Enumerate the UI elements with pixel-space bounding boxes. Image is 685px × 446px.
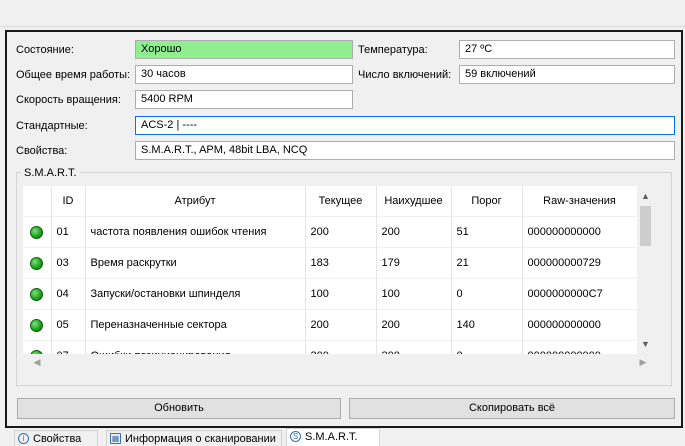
status-label: Состояние: [16,44,74,56]
id-cell: 05 [51,309,86,341]
raw-cell: 0000000000C7 [522,278,638,310]
features-field[interactable]: S.M.A.R.T., APM, 48bit LBA, NCQ [135,141,675,160]
worst-cell: 179 [376,247,452,279]
raw-cell: 000000000729 [522,247,638,279]
id-cell: 01 [51,216,86,248]
status-led-icon [30,318,44,332]
tab-scan-info[interactable]: ▦ Информация о сканировании [106,430,282,446]
status-led-icon [30,287,44,301]
tab-label: Информация о сканировании [125,433,276,445]
table-row[interactable]: 04 Запуски/остановки шпинделя 100 100 0 … [23,278,638,310]
scroll-right-icon[interactable]: ▶ [635,354,651,371]
threshold-cell: 0 [451,340,523,354]
horizontal-scrollbar[interactable]: ◀ ▶ [23,354,653,371]
table-row[interactable]: 03 Время раскрутки 183 179 21 0000000007… [23,247,638,279]
smart-group-title: S.M.A.R.T. [21,166,80,180]
rotation-speed-label: Скорость вращения: [16,94,121,106]
current-cell: 100 [305,278,377,310]
id-cell: 07 [51,340,86,354]
raw-cell: 000000000000 [522,216,638,248]
top-toolbar [0,0,685,27]
scroll-thumb[interactable] [640,206,651,246]
column-header-id[interactable]: ID [51,186,86,217]
worst-cell: 200 [376,216,452,248]
status-cell [23,340,52,354]
smart-table[interactable]: ID Атрибут Текущее Наихудшее Порог Raw-з… [23,186,653,354]
copy-all-button[interactable]: Скопировать всё [349,398,675,419]
grid-icon: ▦ [110,433,121,444]
uptime-label: Общее время работы: [16,69,131,81]
refresh-button[interactable]: Обновить [17,398,341,419]
table-row[interactable]: 05 Переназначенные сектора 200 200 140 0… [23,309,638,341]
attribute-cell: Переназначенные сектора [85,309,306,341]
vertical-scrollbar[interactable]: ▲ ▼ [637,186,654,354]
tab-label: Свойства [33,433,82,445]
table-row[interactable]: 01 частота появления ошибок чтения 200 2… [23,216,638,248]
worst-cell: 200 [376,340,452,354]
scroll-down-icon[interactable]: ▼ [637,336,654,352]
column-header-current[interactable]: Текущее [305,186,377,217]
standards-field[interactable]: ACS-2 | ---- [135,116,675,135]
threshold-cell: 140 [451,309,523,341]
scroll-up-icon[interactable]: ▲ [637,188,654,204]
raw-cell: 000000000000 [522,309,638,341]
status-cell [23,309,52,341]
column-header-threshold[interactable]: Порог [451,186,523,217]
scroll-left-icon[interactable]: ◀ [29,354,45,371]
attribute-cell: Время раскрутки [85,247,306,279]
power-on-count-label: Число включений: [358,69,452,81]
tab-label: S.M.A.R.T. [305,431,358,443]
current-cell: 200 [305,309,377,341]
id-cell: 04 [51,278,86,310]
status-led-icon [30,256,44,270]
table-header: ID Атрибут Текущее Наихудшее Порог Raw-з… [23,186,638,217]
column-header-raw[interactable]: Raw-значения [522,186,638,217]
threshold-cell: 51 [451,216,523,248]
tab-smart[interactable]: S S.M.A.R.T. [286,428,380,446]
status-cell [23,278,52,310]
status-led-icon [30,225,44,239]
rotation-speed-field[interactable]: 5400 RPM [135,90,353,109]
raw-cell: 000000000000 [522,340,638,354]
attribute-cell: частота появления ошибок чтения [85,216,306,248]
smart-panel: Состояние: Хорошо Температура: 27 ºC Общ… [5,30,683,428]
worst-cell: 200 [376,309,452,341]
power-on-count-field[interactable]: 59 включений [459,65,675,84]
status-cell [23,216,52,248]
column-header-worst[interactable]: Наихудшее [376,186,452,217]
attribute-cell: Ошибки позиционирования [85,340,306,354]
column-header-status[interactable] [23,186,52,217]
status-cell [23,247,52,279]
threshold-cell: 0 [451,278,523,310]
tab-properties[interactable]: i Свойства [14,430,98,446]
smart-icon: S [290,431,301,442]
temperature-label: Температура: [358,44,428,56]
current-cell: 200 [305,340,377,354]
info-icon: i [18,433,29,444]
id-cell: 03 [51,247,86,279]
uptime-field[interactable]: 30 часов [135,65,353,84]
current-cell: 200 [305,216,377,248]
attribute-cell: Запуски/остановки шпинделя [85,278,306,310]
status-field[interactable]: Хорошо [135,40,353,59]
features-label: Свойства: [16,145,68,157]
temperature-field[interactable]: 27 ºC [459,40,675,59]
threshold-cell: 21 [451,247,523,279]
worst-cell: 100 [376,278,452,310]
current-cell: 183 [305,247,377,279]
column-header-attribute[interactable]: Атрибут [85,186,306,217]
standards-label: Стандартные: [16,120,88,132]
tab-strip: i Свойства ▦ Информация о сканировании S… [0,428,685,446]
table-row[interactable]: 07 Ошибки позиционирования 200 200 0 000… [23,340,638,354]
